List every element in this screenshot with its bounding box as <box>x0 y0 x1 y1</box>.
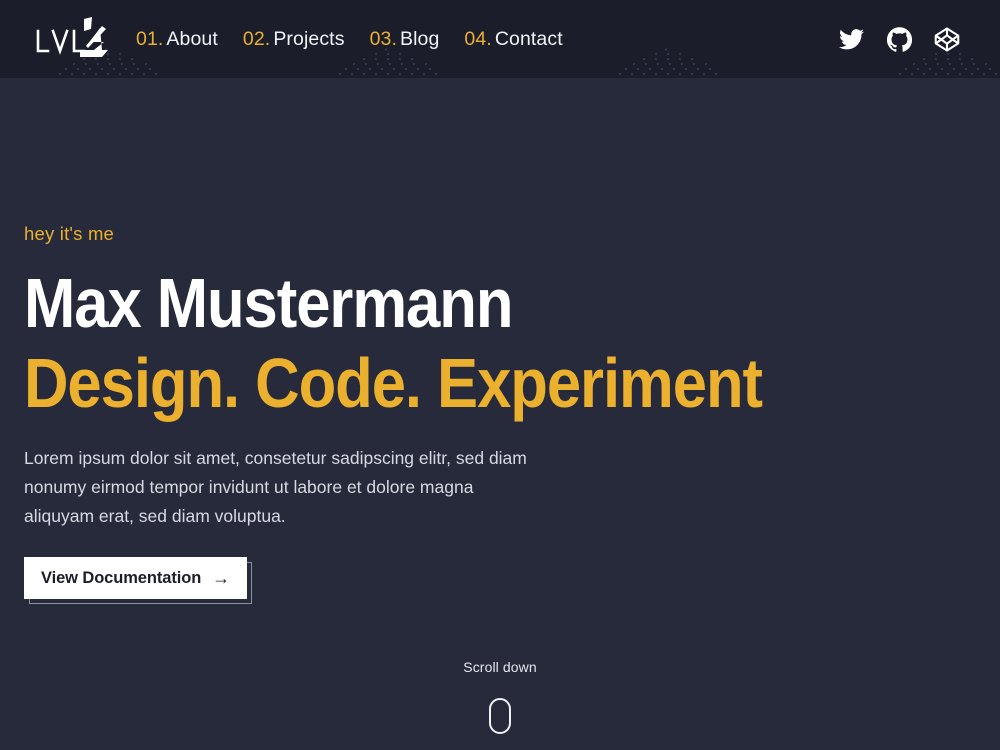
nav-item-contact-label: Contact <box>494 27 563 50</box>
nav-item-blog-label: Blog <box>399 27 440 50</box>
view-documentation-label: View Documentation <box>41 568 202 587</box>
twitter-icon <box>838 28 864 49</box>
github-link[interactable] <box>886 26 912 52</box>
nav-item-projects-label: Projects <box>273 27 345 50</box>
view-documentation-button[interactable]: View Documentation → <box>24 557 247 600</box>
nav-item-about-number: 01. <box>136 27 164 50</box>
nav-item-contact-number: 04. <box>464 27 492 50</box>
arrow-right-icon: → <box>212 568 231 589</box>
site-logo[interactable] <box>30 12 120 66</box>
hero-cta-wrapper: View Documentation → <box>24 557 252 605</box>
nav-item-about-label: About <box>166 27 218 50</box>
twitter-link[interactable] <box>838 26 864 52</box>
nav-item-projects-number: 02. <box>242 27 271 50</box>
github-icon <box>886 26 912 52</box>
hero-section: hey it's me Max Mustermann Design. Code.… <box>24 223 974 605</box>
codepen-icon <box>934 26 960 52</box>
hero-eyebrow: hey it's me <box>24 223 115 244</box>
scroll-down-indicator[interactable]: Scroll down <box>0 660 1000 734</box>
mouse-outline-icon <box>489 698 511 734</box>
site-header: 01. About 02. Projects 03. Blog 04. Contact <box>0 0 1000 78</box>
hero-description: Lorem ipsum dolor sit amet, consetetur s… <box>24 448 527 527</box>
nav-item-blog[interactable]: 03. Blog <box>370 28 440 51</box>
hero-name: Max Mustermann <box>24 263 513 342</box>
nav-item-about[interactable]: 01. About <box>136 28 218 51</box>
scroll-down-label: Scroll down <box>463 659 537 675</box>
nav-item-projects[interactable]: 02. Projects <box>243 28 345 51</box>
logo-mark-icon <box>36 17 108 57</box>
primary-nav: 01. About 02. Projects 03. Blog 04. Contact <box>136 0 563 78</box>
codepen-link[interactable] <box>934 26 960 52</box>
social-links <box>838 0 960 78</box>
nav-item-blog-number: 03. <box>369 27 397 50</box>
hero-tagline: Design. Code. Experiment <box>24 343 763 422</box>
nav-item-contact[interactable]: 04. Contact <box>464 28 562 51</box>
